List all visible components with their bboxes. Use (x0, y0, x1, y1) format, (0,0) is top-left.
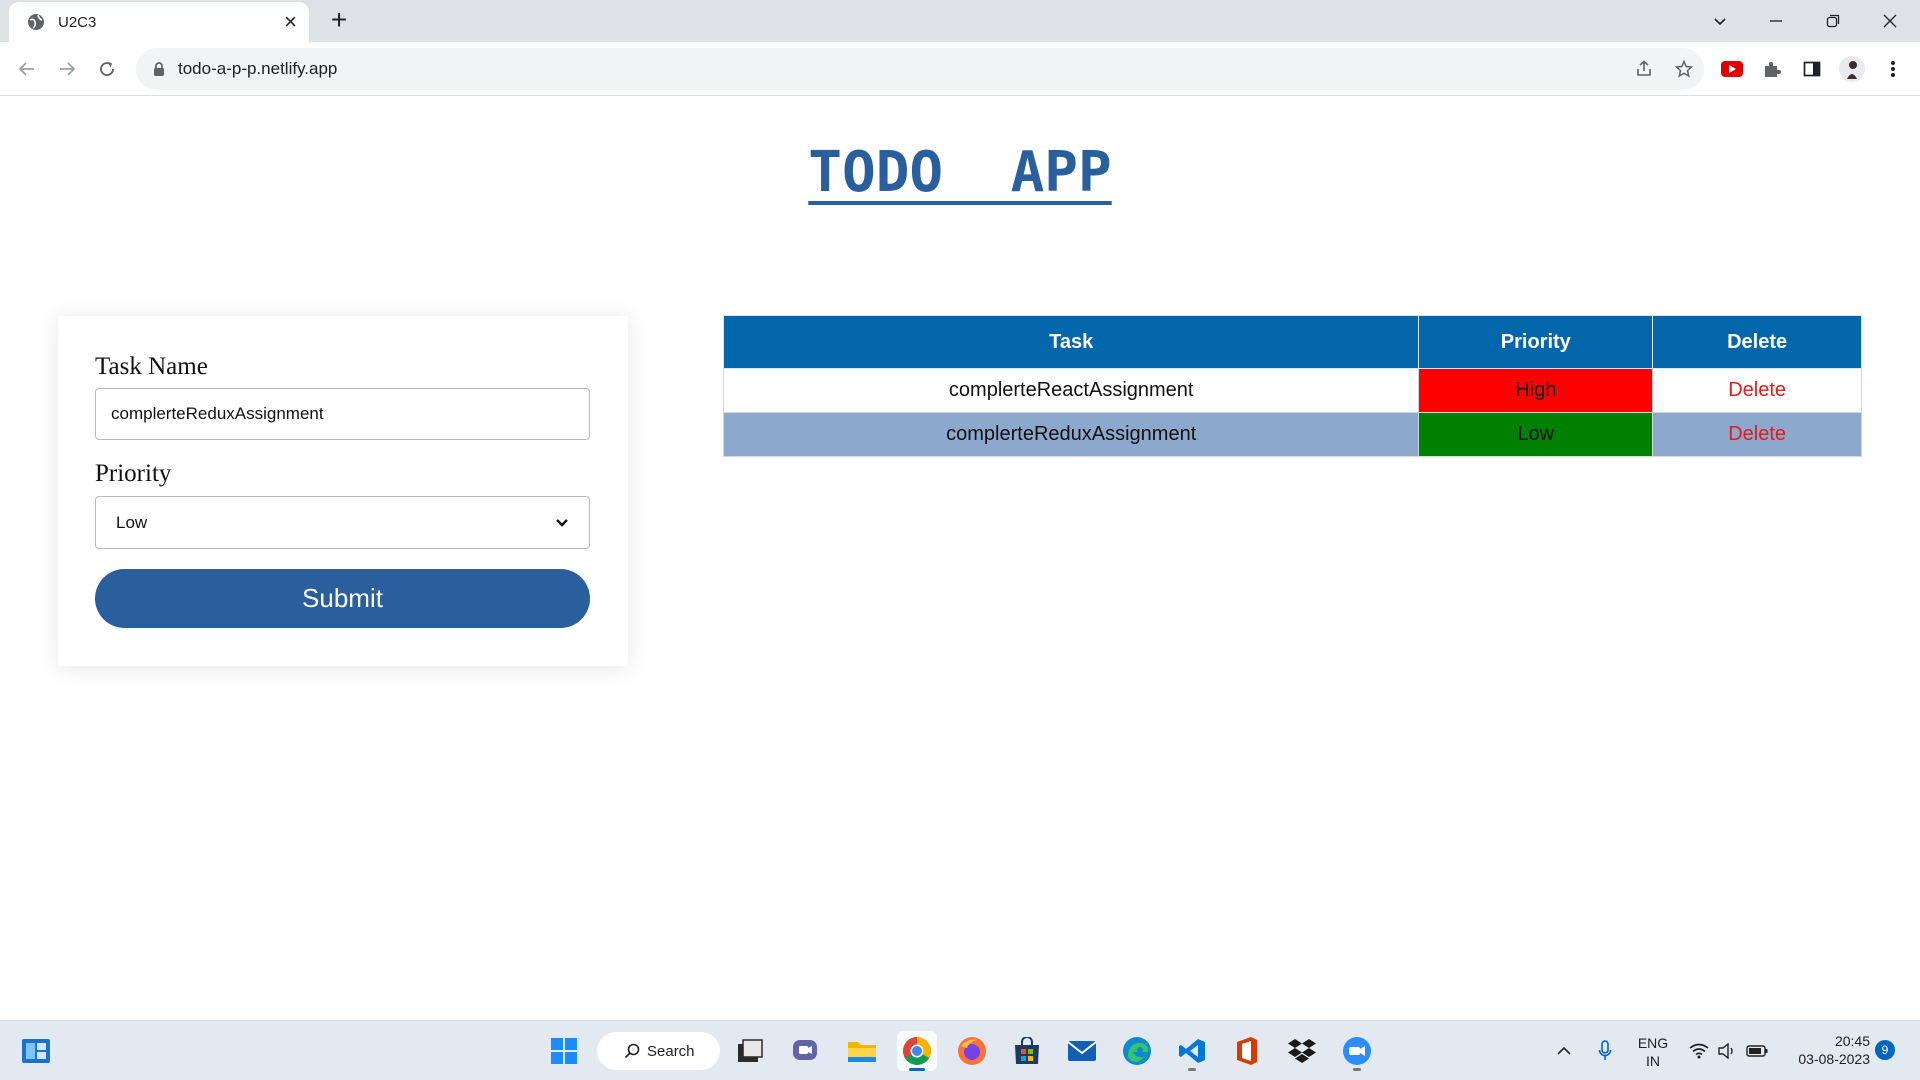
language-indicator[interactable]: ENG IN (1630, 1034, 1676, 1070)
chevron-down-icon (1714, 18, 1726, 26)
browser-tab-strip: U2C3 × + (0, 0, 1920, 42)
office-icon[interactable] (1227, 1031, 1267, 1071)
battery-icon[interactable] (1742, 1031, 1772, 1071)
zoom-running-indicator (1353, 1068, 1361, 1071)
close-window-button[interactable] (1870, 6, 1910, 36)
windows-taskbar: Search ENG IN 20:45 03-08-2023 (0, 1020, 1920, 1080)
task-cell: complerteReactAssignment (722, 368, 1420, 413)
minimize-icon (1770, 20, 1782, 22)
globe-icon (26, 12, 46, 32)
notification-badge[interactable]: 9 (1875, 1040, 1895, 1060)
language-line-1: ENG (1637, 1035, 1669, 1051)
close-icon (1883, 14, 1897, 28)
address-bar[interactable]: todo-a-p-p.netlify.app (136, 48, 1704, 90)
mail-icon[interactable] (1062, 1031, 1102, 1071)
browser-tab[interactable]: U2C3 × (9, 2, 309, 42)
table-header-row: Task Priority Delete (722, 315, 1862, 369)
share-icon[interactable] (1624, 60, 1664, 78)
tab-search-button[interactable] (1700, 6, 1740, 36)
language-line-2: IN (1646, 1053, 1660, 1069)
start-windows-icon[interactable] (544, 1031, 584, 1071)
profile-avatar[interactable] (1838, 55, 1866, 83)
search-label: Search (647, 1042, 695, 1060)
chrome-taskbar-icon[interactable] (897, 1031, 937, 1071)
new-tab-button[interactable]: + (325, 6, 353, 34)
microsoft-store-icon[interactable] (1007, 1031, 1047, 1071)
file-explorer-icon[interactable] (842, 1031, 882, 1071)
arrow-left-icon (18, 62, 34, 76)
back-button[interactable] (12, 54, 42, 84)
column-header-task: Task (722, 315, 1420, 369)
restore-button[interactable] (1813, 6, 1853, 36)
wifi-icon[interactable] (1684, 1031, 1714, 1071)
vscode-icon[interactable] (1172, 1031, 1212, 1071)
vscode-running-indicator (1188, 1068, 1196, 1071)
priority-select[interactable]: Low (95, 496, 590, 549)
priority-cell: Low (1418, 412, 1654, 457)
youtube-extension-icon[interactable] (1718, 55, 1746, 83)
submit-button[interactable]: Submit (95, 569, 590, 628)
column-header-priority: Priority (1418, 315, 1654, 369)
side-panel-icon[interactable] (1798, 55, 1826, 83)
bookmark-star-icon[interactable] (1664, 60, 1704, 78)
volume-icon[interactable] (1712, 1031, 1742, 1071)
table-row: complerteReduxAssignment Low Delete (722, 412, 1862, 457)
clock-date: 03-08-2023 (1798, 1051, 1870, 1067)
page-title-text: TODO APP (808, 140, 1112, 205)
extensions-puzzle-icon[interactable] (1758, 55, 1786, 83)
priority-select-value: Low (116, 512, 148, 532)
column-header-delete: Delete (1652, 315, 1862, 369)
delete-button[interactable]: Delete (1652, 368, 1862, 413)
task-cell: complerteReduxAssignment (722, 412, 1420, 457)
edge-icon[interactable] (1117, 1031, 1157, 1071)
reload-icon (100, 62, 114, 76)
url-text[interactable]: todo-a-p-p.netlify.app (178, 59, 1624, 79)
delete-button[interactable]: Delete (1652, 412, 1862, 457)
restore-icon (1826, 14, 1840, 28)
lock-icon (152, 61, 166, 77)
table-row: complerteReactAssignment High Delete (722, 368, 1862, 413)
priority-cell: High (1418, 368, 1654, 413)
widgets-icon[interactable] (16, 1031, 56, 1071)
browser-toolbar: todo-a-p-p.netlify.app (0, 42, 1920, 96)
teams-chat-icon[interactable] (786, 1031, 826, 1071)
task-form-card: Task Name complerteReduxAssignment Prior… (58, 316, 628, 666)
task-table: Task Priority Delete complerteReactAssig… (722, 315, 1862, 457)
search-icon (624, 1043, 640, 1059)
task-view-icon[interactable] (730, 1031, 770, 1071)
page-title: TODO APP (0, 140, 1920, 205)
microphone-icon[interactable] (1591, 1031, 1619, 1071)
dropbox-icon[interactable] (1282, 1031, 1322, 1071)
tab-title: U2C3 (58, 13, 97, 31)
task-name-input[interactable]: complerteReduxAssignment (95, 388, 590, 440)
priority-label: Priority (95, 460, 172, 487)
chrome-active-indicator (909, 1068, 925, 1071)
reload-button[interactable] (92, 54, 122, 84)
firefox-icon[interactable] (952, 1031, 992, 1071)
taskbar-search-box[interactable]: Search (597, 1032, 720, 1070)
tray-chevron-up-icon[interactable] (1550, 1031, 1578, 1071)
chrome-menu-icon[interactable] (1879, 55, 1907, 83)
chevron-down-icon (556, 518, 568, 527)
arrow-right-icon (60, 62, 76, 76)
close-tab-icon[interactable]: × (284, 11, 297, 33)
forward-button[interactable] (52, 54, 82, 84)
task-name-label: Task Name (95, 353, 208, 380)
zoom-icon[interactable] (1337, 1031, 1377, 1071)
minimize-button[interactable] (1756, 6, 1796, 36)
clock-time: 20:45 (1834, 1033, 1870, 1049)
clock[interactable]: 20:45 03-08-2023 (1782, 1032, 1870, 1068)
